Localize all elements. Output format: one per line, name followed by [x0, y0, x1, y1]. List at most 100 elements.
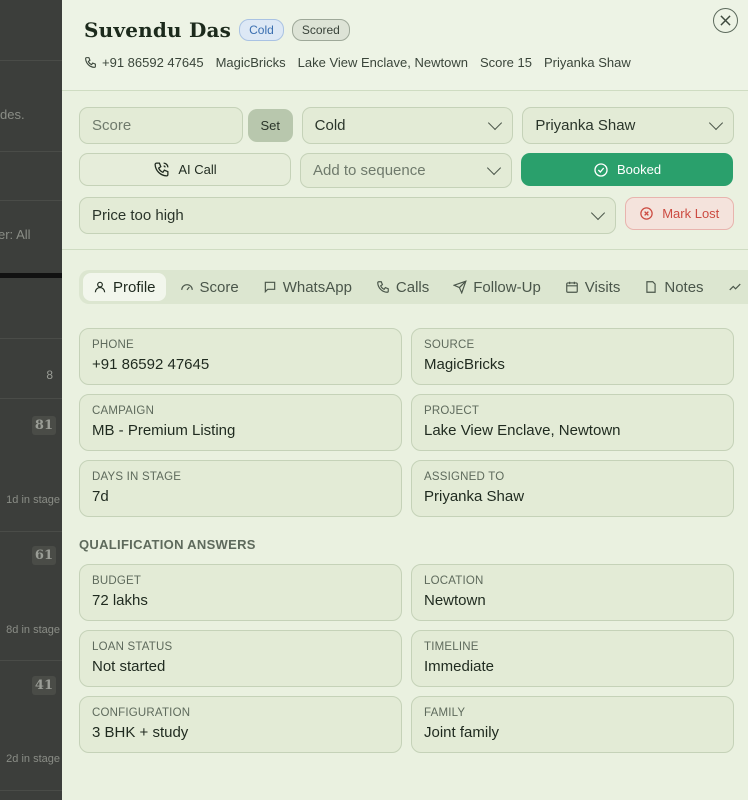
tab-overflow[interactable]: [718, 273, 748, 301]
temperature-value: Cold: [314, 117, 346, 134]
divider: [0, 660, 62, 661]
lead-meta: +91 86592 47645 MagicBricks Lake View En…: [84, 55, 726, 70]
card-label: CAMPAIGN: [92, 405, 155, 417]
chevron-down-icon: [590, 205, 605, 221]
card-label: CONFIGURATION: [92, 707, 191, 719]
close-icon: [720, 15, 731, 26]
card-value: +91 86592 47645: [92, 356, 210, 373]
qualification-card-budget: BUDGET 72 lakhs: [79, 564, 402, 621]
booked-button[interactable]: Booked: [521, 153, 733, 186]
tab-follow-up[interactable]: Follow-Up: [443, 273, 551, 301]
close-button[interactable]: [713, 8, 738, 33]
profile-card-project: PROJECT Lake View Enclave, Newtown: [411, 394, 734, 451]
set-score-button[interactable]: Set: [247, 109, 293, 142]
tab-profile[interactable]: Profile: [83, 273, 166, 301]
tab-score[interactable]: Score: [170, 273, 249, 301]
card-value: 7d: [92, 488, 109, 505]
lead-drawer: Suvendu Das Cold Scored +91 86592 47645 …: [62, 0, 748, 800]
card-value: 72 lakhs: [92, 592, 148, 609]
lead-header: Suvendu Das Cold Scored +91 86592 47645 …: [62, 0, 748, 91]
tab-label: Visits: [584, 278, 621, 296]
tab-whatsapp[interactable]: WhatsApp: [253, 273, 362, 301]
background-score: 41: [31, 676, 56, 695]
mark-lost-label: Mark Lost: [662, 206, 720, 221]
chevron-down-icon: [708, 115, 724, 131]
profile-card-phone: PHONE +91 86592 47645: [79, 328, 402, 385]
card-value: Not started: [92, 658, 166, 675]
tab-label: Notes: [664, 278, 704, 296]
x-circle-icon: [639, 206, 654, 221]
lost-reason-select[interactable]: Price too high: [79, 197, 616, 234]
tab-visits[interactable]: Visits: [555, 273, 631, 301]
qualification-card-configuration: CONFIGURATION 3 BHK + study: [79, 696, 402, 753]
card-label: PHONE: [92, 339, 134, 351]
mark-lost-button[interactable]: Mark Lost: [624, 197, 734, 230]
gauge-icon: [180, 280, 194, 294]
meta-phone: +91 86592 47645: [102, 55, 204, 70]
profile-card-source: SOURCE MagicBricks: [411, 328, 734, 385]
tab-calls[interactable]: Calls: [366, 273, 439, 301]
card-value: 3 BHK + study: [92, 724, 189, 741]
send-icon: [453, 280, 468, 294]
card-label: LOAN STATUS: [92, 641, 173, 653]
divider: [0, 338, 62, 339]
check-circle-icon: [593, 162, 609, 178]
divider: [0, 151, 62, 152]
lead-name: Suvendu Das: [84, 18, 232, 42]
assignee-value: Priyanka Shaw: [535, 117, 636, 134]
calendar-icon: [565, 280, 579, 294]
background-stage: 8d in stage: [6, 624, 60, 636]
tab-label: Calls: [395, 278, 430, 296]
assignee-select[interactable]: Priyanka Shaw: [522, 107, 735, 144]
meta-source: MagicBricks: [215, 55, 286, 70]
lost-reason-value: Price too high: [92, 207, 184, 224]
card-value: MB - Premium Listing: [92, 422, 236, 439]
divider: [0, 60, 62, 61]
card-label: TIMELINE: [424, 641, 479, 653]
profile-card-campaign: CAMPAIGN MB - Premium Listing: [79, 394, 402, 451]
card-value: Joint family: [424, 724, 500, 741]
tab-notes[interactable]: Notes: [634, 273, 713, 301]
card-value: MagicBricks: [424, 356, 505, 373]
chevron-down-icon: [488, 115, 503, 131]
phone-icon: [376, 280, 390, 294]
card-label: DAYS IN STAGE: [92, 471, 182, 483]
tab-label: Follow-Up: [473, 278, 541, 296]
lead-controls: Score Set Cold Priyanka Shaw AI Call Add…: [62, 91, 748, 250]
background-bar: [0, 273, 62, 278]
card-label: FAMILY: [424, 707, 466, 719]
ai-call-label: AI Call: [178, 162, 217, 177]
background-page: des. er: All 8 81 1d in stage 61 8d in s…: [0, 0, 62, 800]
ai-call-button[interactable]: AI Call: [79, 153, 291, 186]
sequence-placeholder: Add to sequence: [313, 162, 426, 179]
meta-project: Lake View Enclave, Newtown: [297, 55, 468, 70]
tab-label: Profile: [113, 278, 156, 296]
background-filter: er: All: [0, 227, 31, 242]
background-count: 8: [46, 368, 53, 382]
score-input[interactable]: Score: [79, 107, 243, 144]
tab-label: Score: [199, 278, 239, 296]
qualification-card-loan-status: LOAN STATUS Not started: [79, 630, 402, 687]
status-badge-cold: Cold: [239, 19, 284, 41]
profile-card-days-in-stage: DAYS IN STAGE 7d: [79, 460, 402, 517]
phone-call-icon: [153, 161, 170, 178]
card-value: Newtown: [424, 592, 486, 609]
booked-label: Booked: [616, 162, 662, 177]
qualification-title: QUALIFICATION ANSWERS: [79, 537, 256, 552]
user-icon: [93, 280, 107, 294]
profile-card-assigned-to: ASSIGNED TO Priyanka Shaw: [411, 460, 734, 517]
temperature-select[interactable]: Cold: [301, 107, 514, 144]
tab-bar: Profile Score WhatsApp Calls Follow-Up V…: [79, 270, 748, 304]
background-stage: 2d in stage: [6, 753, 60, 765]
background-stage: 1d in stage: [6, 494, 60, 506]
card-value: Lake View Enclave, Newtown: [424, 422, 621, 439]
sequence-select[interactable]: Add to sequence: [300, 153, 512, 188]
card-value: Priyanka Shaw: [424, 488, 525, 505]
divider: [0, 398, 62, 399]
phone-icon: [84, 56, 97, 69]
more-icon: [728, 280, 742, 294]
divider: [0, 790, 62, 791]
card-label: PROJECT: [424, 405, 480, 417]
score-placeholder: Score: [92, 117, 132, 134]
background-score: 81: [31, 416, 56, 435]
